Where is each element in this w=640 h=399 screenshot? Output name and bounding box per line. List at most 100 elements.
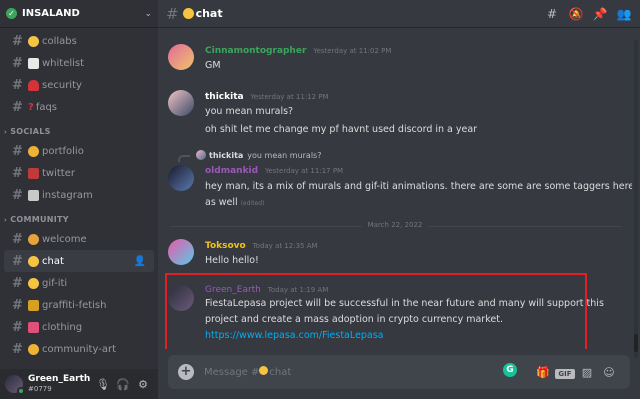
channel-label: clothing	[42, 321, 83, 333]
message-timestamp: Today at 12:35 AM	[252, 242, 318, 250]
user-tag: #0779	[28, 385, 52, 393]
message[interactable]: thickita you mean murals? oldmankid Yest…	[158, 150, 632, 212]
gear-icon[interactable]: ⚙	[133, 378, 153, 391]
channel-whitelist[interactable]: # whitelist	[4, 52, 154, 74]
message-text: as well (edited)	[205, 195, 264, 212]
message-text: GM	[205, 60, 221, 71]
message-author[interactable]: oldmankid	[205, 166, 258, 176]
message-author[interactable]: Cinnamontographer	[205, 46, 306, 56]
channel-graffiti-fetish[interactable]: # graffiti-fetish	[4, 294, 154, 316]
message-text: hey man, its a mix of murals and gif-iti…	[205, 181, 632, 192]
message-text: Hello hello!	[205, 255, 259, 266]
mute-microphone-icon[interactable]: 🎙	[93, 378, 113, 391]
server-name[interactable]: INSALAND	[22, 8, 144, 19]
message-link[interactable]: https://www.lepasa.com/FiestaLepasa	[205, 328, 383, 344]
message-text: oh shit let me change my pf havnt used d…	[205, 124, 478, 135]
message-author[interactable]: Toksovo	[205, 241, 246, 251]
sticker-icon[interactable]: ▨	[576, 366, 598, 379]
reply-snippet: you mean murals?	[247, 150, 322, 160]
date-divider-label: March 22, 2022	[361, 221, 429, 229]
add-member-icon[interactable]: 👤	[134, 256, 146, 267]
channel-label: community-art	[42, 343, 116, 355]
hash-icon: #	[12, 33, 23, 49]
message-header: Toksovo Today at 12:35 AM	[205, 241, 318, 251]
message-timestamp: Yesterday at 11:12 PM	[250, 93, 329, 101]
channel-label: gif-iti	[42, 277, 68, 289]
scrollbar-thumb[interactable]	[634, 334, 638, 352]
message-author[interactable]: Green_Earth	[205, 285, 261, 295]
channel-clothing[interactable]: # clothing	[4, 316, 154, 338]
channel-label: instagram	[42, 189, 93, 201]
headphones-icon[interactable]: 🎧	[113, 378, 133, 391]
message[interactable]: Cinnamontographer Yesterday at 11:02 PM …	[158, 44, 632, 74]
emoji-icon[interactable]: ☺	[598, 366, 620, 379]
avatar[interactable]	[168, 239, 194, 265]
message-author[interactable]: thickita	[205, 92, 244, 102]
category-community[interactable]: › COMMUNITY	[0, 206, 158, 228]
category-label: SOCIALS	[10, 127, 51, 136]
channel-portfolio[interactable]: # portfolio	[4, 140, 154, 162]
message[interactable]: Green_Earth Today at 1:19 AM FiestaLepas…	[158, 283, 632, 343]
channel-label: chat	[42, 255, 64, 267]
gift-icon[interactable]: 🎁	[532, 366, 554, 379]
avatar[interactable]	[5, 375, 25, 395]
user-info[interactable]: Green_Earth #0779	[28, 374, 93, 394]
user-panel: Green_Earth #0779 🎙 🎧 ⚙	[0, 369, 158, 399]
avatar[interactable]	[168, 90, 194, 116]
camera-icon	[28, 189, 39, 201]
gif-icon[interactable]: GIF	[554, 366, 576, 379]
channel-security[interactable]: # security	[4, 74, 154, 96]
pin-icon[interactable]: 📌	[592, 7, 608, 21]
channel-collabs[interactable]: # collabs	[4, 30, 154, 52]
message-input[interactable]: Message # chat	[204, 366, 532, 378]
hash-icon: #	[12, 297, 23, 313]
boot-icon	[28, 167, 39, 179]
scrollbar-track[interactable]	[634, 40, 638, 358]
channel-title: chat	[195, 7, 223, 20]
message[interactable]: thickita Yesterday at 11:12 PM you mean …	[158, 90, 632, 140]
message-timestamp: Today at 1:19 AM	[267, 286, 329, 294]
reply-reference[interactable]: thickita you mean murals?	[188, 150, 321, 160]
channel-label: welcome	[42, 233, 87, 245]
avatar[interactable]	[168, 165, 194, 191]
message-list: Cinnamontographer Yesterday at 11:02 PM …	[158, 29, 632, 349]
channel-twitter[interactable]: # twitter	[4, 162, 154, 184]
category-socials[interactable]: › SOCIALS	[0, 118, 158, 140]
channel-label: faqs	[35, 101, 58, 113]
message-header: Green_Earth Today at 1:19 AM	[205, 285, 328, 295]
username: Green_Earth	[28, 374, 91, 384]
add-attachment-icon[interactable]: +	[178, 364, 194, 380]
channel-chat[interactable]: # chat 👤	[4, 250, 154, 272]
message[interactable]: Toksovo Today at 12:35 AM Hello hello!	[158, 239, 632, 269]
avatar[interactable]	[168, 44, 194, 70]
message-text-line: as well	[205, 197, 238, 208]
channel-gif-iti[interactable]: # gif-iti	[4, 272, 154, 294]
channel-community-art[interactable]: # community-art	[4, 338, 154, 360]
edited-marker: (edited)	[240, 200, 265, 207]
members-icon[interactable]: 👥	[616, 7, 632, 21]
online-status-icon	[17, 387, 25, 395]
chevron-down-icon[interactable]: ⌄	[144, 9, 152, 19]
waving-hand-icon	[259, 366, 269, 375]
mute-bell-icon[interactable]: 🔕	[568, 7, 584, 21]
server-header[interactable]: ✓ INSALAND ⌄	[0, 0, 158, 28]
threads-icon[interactable]: #	[544, 7, 560, 21]
hash-icon: #	[12, 319, 23, 335]
channel-label: graffiti-fetish	[42, 299, 107, 311]
hash-icon: #	[12, 187, 23, 203]
hash-icon: #	[12, 253, 23, 269]
channel-instagram[interactable]: # instagram	[4, 184, 154, 206]
channel-faqs[interactable]: # ? faqs	[4, 96, 154, 118]
message-composer[interactable]: + Message # chat G 🎁 GIF ▨ ☺	[168, 355, 630, 389]
hash-icon: #	[166, 4, 179, 23]
avatar	[196, 150, 206, 160]
avatar[interactable]	[168, 285, 194, 311]
siren-icon	[28, 79, 39, 91]
grammarly-icon[interactable]: G	[503, 363, 517, 377]
channel-label: collabs	[42, 35, 77, 47]
message-header: Cinnamontographer Yesterday at 11:02 PM	[205, 46, 391, 56]
hash-icon: #	[12, 165, 23, 181]
channel-list: # collabs # whitelist # security # ? faq…	[0, 28, 158, 360]
shirt-icon	[28, 321, 39, 333]
channel-welcome[interactable]: # welcome	[4, 228, 154, 250]
